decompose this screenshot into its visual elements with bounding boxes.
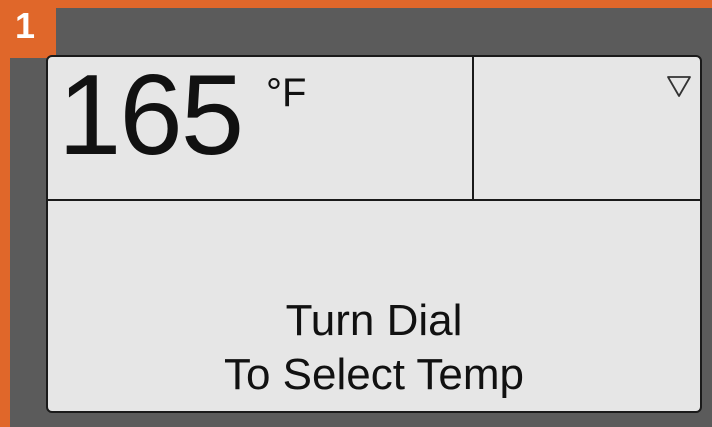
- control-display: 165 °F Turn Dial To Select Temp: [46, 55, 702, 413]
- temperature-value: 165: [58, 55, 244, 179]
- instruction-line-1: Turn Dial: [285, 296, 463, 345]
- message-panel: Turn Dial To Select Temp: [48, 201, 700, 411]
- triangle-down-outline-icon: [667, 76, 691, 97]
- temperature-unit: °F: [266, 71, 307, 115]
- instruction-line-2: To Select Temp: [223, 350, 524, 399]
- step-badge: 1: [0, 0, 56, 58]
- step-number: 1: [14, 5, 36, 46]
- temperature-panel[interactable]: 165 °F: [48, 57, 474, 201]
- side-panel[interactable]: [474, 57, 700, 201]
